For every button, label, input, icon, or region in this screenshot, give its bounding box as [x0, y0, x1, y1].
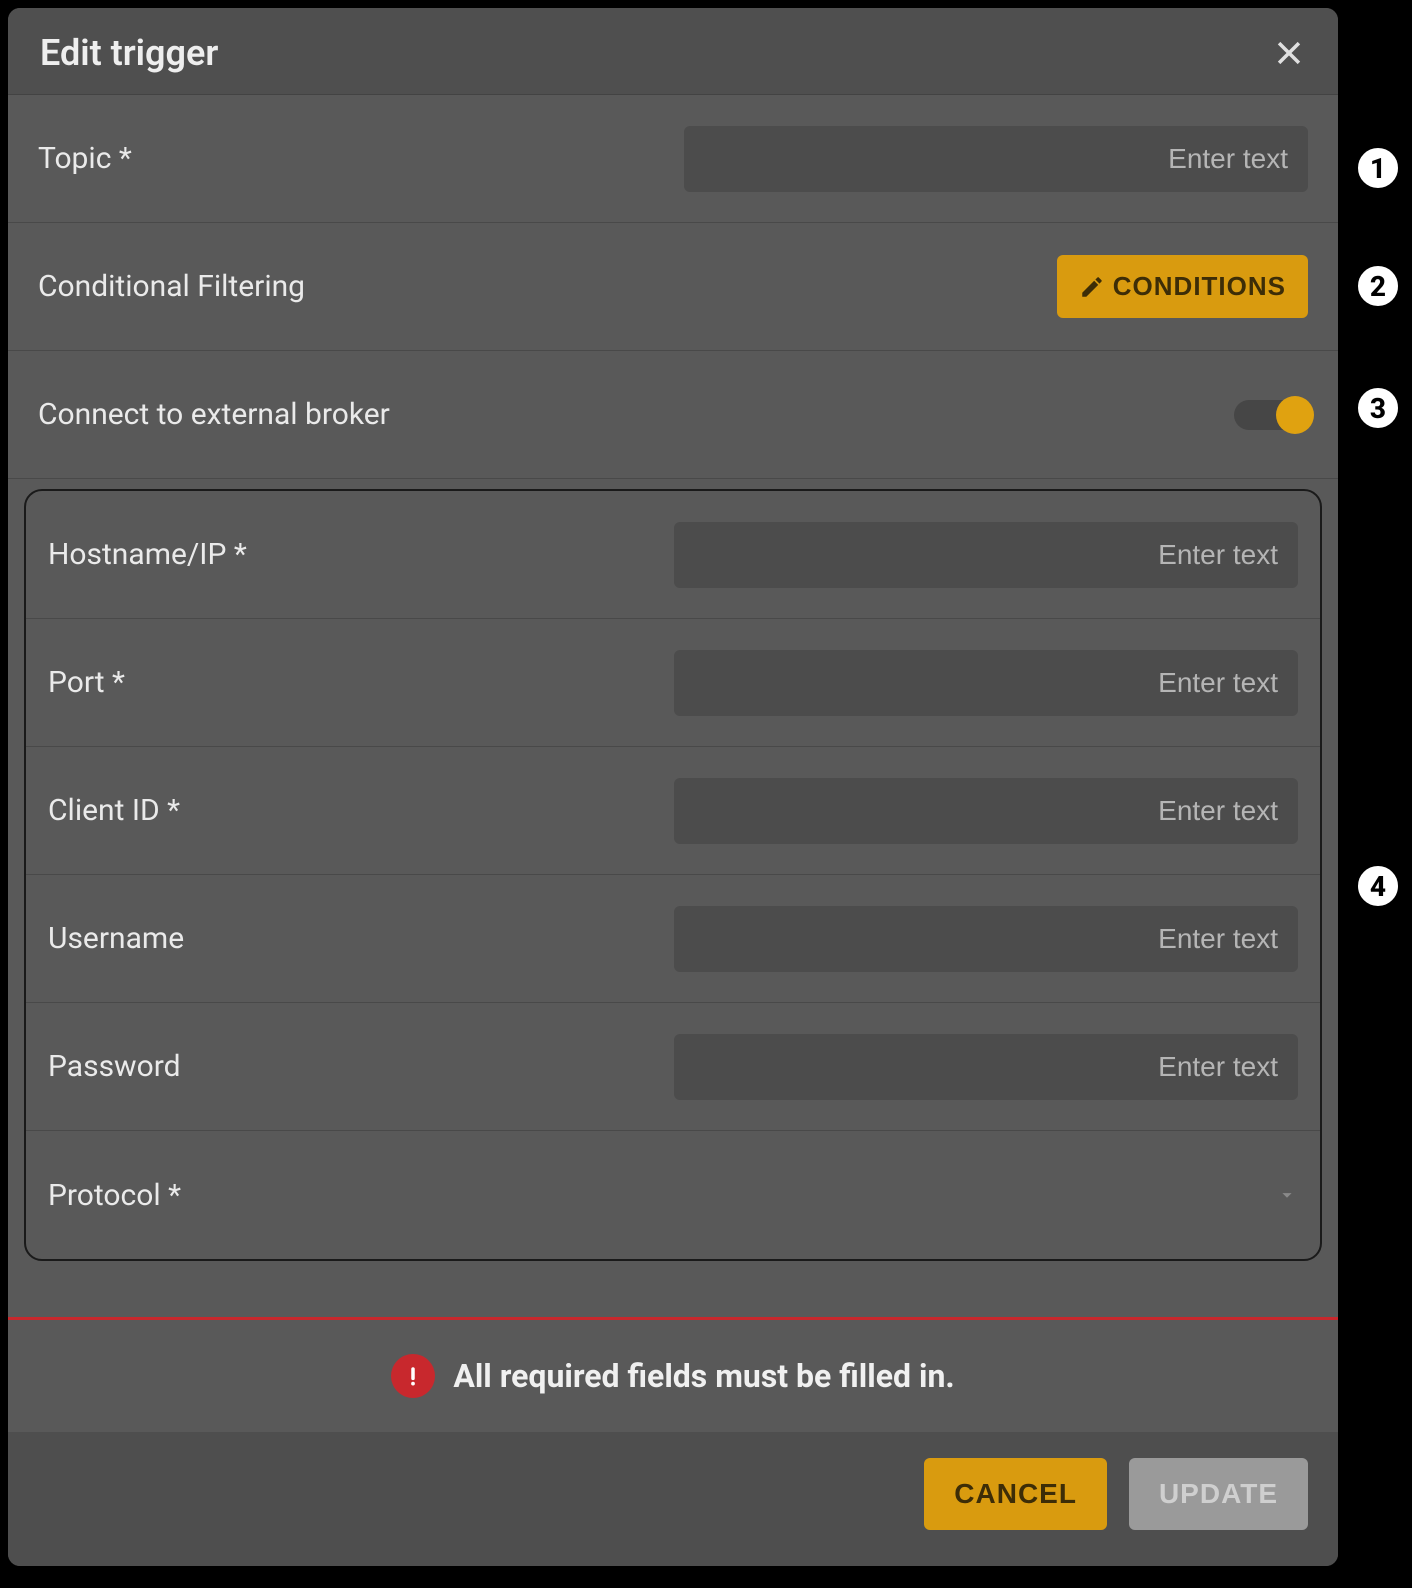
username-label: Username [48, 921, 184, 956]
port-input[interactable] [674, 650, 1298, 716]
annotation-marker-2: 2 [1354, 262, 1402, 310]
external-broker-label: Connect to external broker [38, 397, 390, 432]
annotation-marker-1: 1 [1354, 144, 1402, 192]
conditional-label: Conditional Filtering [38, 269, 305, 304]
password-row: Password [26, 1003, 1320, 1131]
dialog-title: Edit trigger [40, 32, 218, 74]
broker-settings-group: Hostname/IP * Port * Client ID * Usernam… [24, 489, 1322, 1261]
conditions-button[interactable]: CONDITIONS [1057, 255, 1308, 318]
conditional-row: Conditional Filtering CONDITIONS [8, 223, 1338, 351]
spacer [8, 1271, 1338, 1317]
topic-label: Topic * [38, 141, 132, 176]
clientid-input[interactable] [674, 778, 1298, 844]
protocol-row[interactable]: Protocol * [26, 1131, 1320, 1259]
hostname-row: Hostname/IP * [26, 491, 1320, 619]
update-button-label: UPDATE [1159, 1478, 1278, 1510]
port-row: Port * [26, 619, 1320, 747]
cancel-button-label: CANCEL [954, 1478, 1077, 1510]
topic-row: Topic * [8, 95, 1338, 223]
username-input[interactable] [674, 906, 1298, 972]
chevron-down-icon [1276, 1184, 1298, 1206]
dialog-footer: CANCEL UPDATE [8, 1432, 1338, 1566]
external-broker-row: Connect to external broker [8, 351, 1338, 479]
annotation-marker-4: 4 [1354, 862, 1402, 910]
topic-input[interactable] [684, 126, 1308, 192]
cancel-button[interactable]: CANCEL [924, 1458, 1107, 1530]
password-label: Password [48, 1049, 181, 1084]
username-row: Username [26, 875, 1320, 1003]
port-label: Port * [48, 665, 125, 700]
error-banner: All required fields must be filled in. [8, 1317, 1338, 1432]
close-icon[interactable] [1272, 36, 1306, 70]
conditions-button-label: CONDITIONS [1113, 271, 1286, 302]
error-icon [391, 1354, 435, 1398]
protocol-label: Protocol * [48, 1178, 181, 1213]
hostname-label: Hostname/IP * [48, 537, 247, 572]
hostname-input[interactable] [674, 522, 1298, 588]
error-message: All required fields must be filled in. [453, 1357, 954, 1395]
update-button[interactable]: UPDATE [1129, 1458, 1308, 1530]
external-broker-toggle[interactable] [1234, 400, 1308, 430]
edit-trigger-dialog: Edit trigger Topic * Conditional Filteri… [8, 8, 1338, 1566]
annotation-marker-3: 3 [1354, 384, 1402, 432]
clientid-row: Client ID * [26, 747, 1320, 875]
password-input[interactable] [674, 1034, 1298, 1100]
pencil-icon [1079, 274, 1105, 300]
dialog-header: Edit trigger [8, 8, 1338, 95]
clientid-label: Client ID * [48, 793, 180, 828]
